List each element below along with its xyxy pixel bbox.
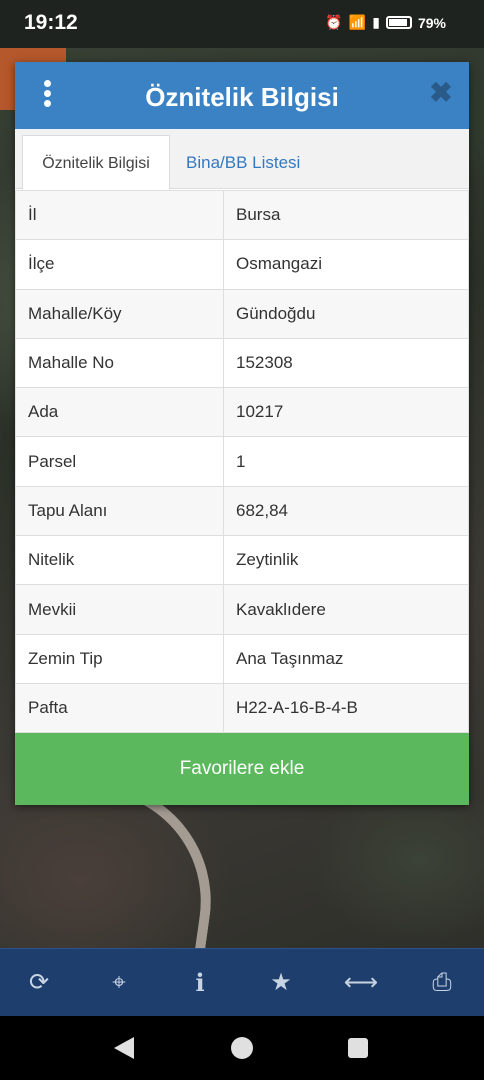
recent-apps-icon[interactable] xyxy=(348,1038,368,1058)
row-value: 682,84 xyxy=(223,485,469,537)
back-icon[interactable] xyxy=(114,1037,134,1059)
print-icon[interactable]: ⎙ xyxy=(422,963,462,1003)
attribute-dialog: Öznitelik Bilgisi ✖ Öznitelik Bilgisi Bi… xyxy=(15,62,469,805)
row-key: İlçe xyxy=(15,239,224,290)
row-key: Nitelik xyxy=(15,535,224,586)
row-value: 152308 xyxy=(223,337,469,389)
row-value: 10217 xyxy=(223,387,469,438)
row-key: Mahalle/Köy xyxy=(15,288,224,339)
status-time: 19:12 xyxy=(24,11,78,34)
home-icon[interactable] xyxy=(231,1037,253,1059)
table-row: İlçe Osmangazi xyxy=(15,239,469,290)
info-icon[interactable]: i xyxy=(180,963,220,1003)
table-row: Mahalle No 152308 xyxy=(15,337,469,389)
tab-building-list[interactable]: Bina/BB Listesi xyxy=(174,135,312,190)
dialog-title: Öznitelik Bilgisi xyxy=(145,82,339,112)
row-key: Zemin Tip xyxy=(15,633,224,684)
row-value: Bursa xyxy=(223,189,469,241)
row-value: 1 xyxy=(223,436,469,487)
row-key: Mevkii xyxy=(15,584,224,635)
tab-bar: Öznitelik Bilgisi Bina/BB Listesi xyxy=(15,129,469,190)
battery-percent: 79% xyxy=(417,14,446,31)
locate-icon[interactable]: ⌖ xyxy=(99,963,139,1003)
close-icon[interactable]: ✖ xyxy=(429,79,453,107)
measure-icon[interactable]: ⟷ xyxy=(341,963,381,1003)
table-row: Tapu Alanı 682,84 xyxy=(15,485,469,537)
attribute-table: İl Bursa İlçe Osmangazi Mahalle/Köy Gündoğd… xyxy=(15,189,469,734)
row-value: Osmangazi xyxy=(223,239,469,290)
row-key: Pafta xyxy=(15,682,224,734)
table-row: İl Bursa xyxy=(15,189,469,241)
table-row: Pafta H22-A-16-B-4-B xyxy=(15,682,469,734)
row-key: Mahalle No xyxy=(15,337,224,389)
row-value: Ana Taşınmaz xyxy=(223,633,469,684)
status-icons: ⏰ 📶 ▮ 79% xyxy=(325,14,446,31)
signal-icon: ▮ xyxy=(372,14,380,30)
status-bar: 19:12 ⏰ 📶 ▮ 79% xyxy=(0,0,484,48)
row-value: Zeytinlik xyxy=(223,535,469,586)
row-value: Gündoğdu xyxy=(223,288,469,339)
table-row: Ada 10217 xyxy=(15,387,469,438)
tab-attribute-info[interactable]: Öznitelik Bilgisi xyxy=(22,135,170,190)
table-row: Mahalle/Köy Gündoğdu xyxy=(15,288,469,339)
refresh-icon[interactable]: ⟳ xyxy=(19,963,59,1003)
table-row: Zemin Tip Ana Taşınmaz xyxy=(15,633,469,684)
alarm-icon: ⏰ xyxy=(325,14,343,30)
row-key: Ada xyxy=(15,387,224,438)
bottom-toolbar: ⟳ ⌖ i ★ ⟷ ⎙ xyxy=(0,948,484,1016)
table-row: Nitelik Zeytinlik xyxy=(15,535,469,586)
star-icon[interactable]: ★ xyxy=(261,963,301,1003)
wifi-icon: 📶 xyxy=(348,14,367,30)
row-value: Kavaklıdere xyxy=(223,584,469,635)
battery-icon xyxy=(385,16,412,29)
row-value: H22-A-16-B-4-B xyxy=(223,682,469,734)
dialog-header: Öznitelik Bilgisi ✖ xyxy=(15,62,469,129)
row-key: Parsel xyxy=(15,436,224,487)
table-row: Parsel 1 xyxy=(15,436,469,487)
row-key: Tapu Alanı xyxy=(15,485,224,537)
add-favorite-button[interactable]: Favorilere ekle xyxy=(15,733,469,805)
row-key: İl xyxy=(15,189,224,241)
system-nav-bar xyxy=(0,1016,484,1080)
table-row: Mevkii Kavaklıdere xyxy=(15,584,469,635)
